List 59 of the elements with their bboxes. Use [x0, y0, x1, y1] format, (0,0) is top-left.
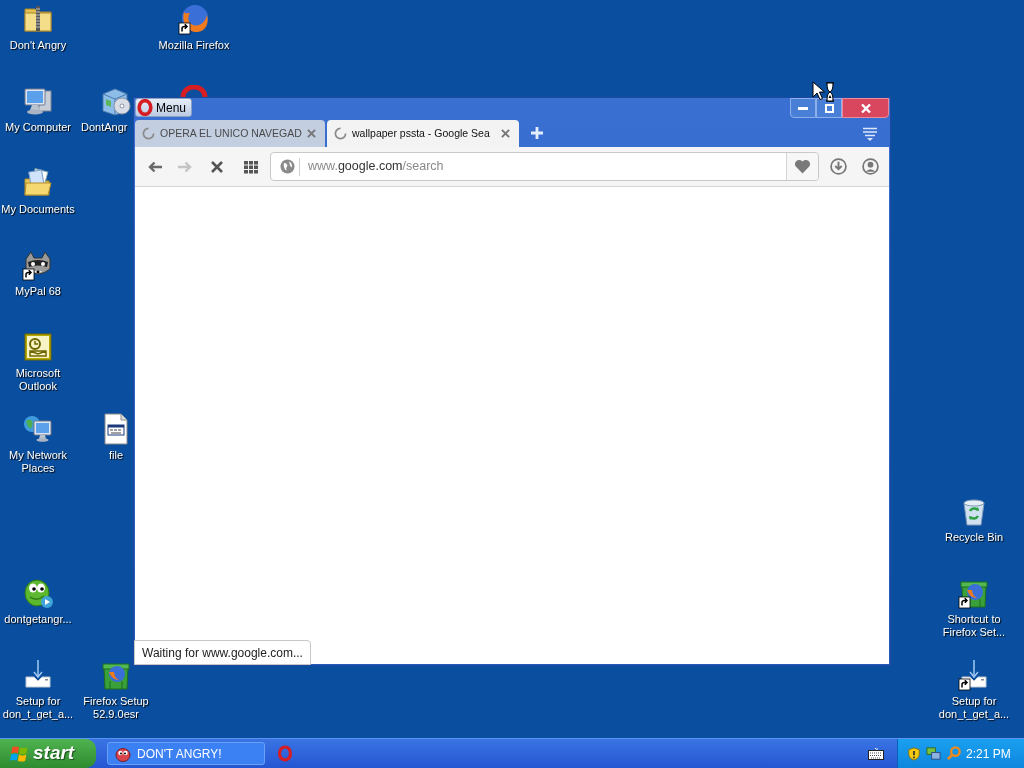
tab[interactable]: OPERA EL UNICO NAVEGAD [135, 120, 325, 147]
desktop-icon-label[interactable]: My Documents [1, 203, 75, 216]
minimize-button[interactable] [790, 98, 816, 118]
creature-icon[interactable] [22, 577, 54, 609]
busy-cursor-icon [812, 81, 836, 103]
desktop-icon-label[interactable]: DontAngr [81, 121, 128, 134]
zip-folder-icon[interactable] [22, 3, 54, 35]
desktop-icon-label[interactable]: dontgetangr... [4, 613, 72, 626]
raccoon-icon[interactable] [22, 249, 54, 281]
spinner-icon [142, 127, 155, 140]
close-icon [860, 103, 871, 113]
network-computer-icon[interactable] [22, 413, 54, 445]
desktop-icon-label[interactable]: Firefox Setup 52.9.0esr [77, 695, 155, 721]
spinner-icon [334, 127, 347, 140]
close-icon[interactable] [307, 129, 316, 138]
account-icon[interactable] [862, 158, 879, 175]
status-bubble: Waiting for www.google.com... [134, 640, 311, 665]
taskbar-button[interactable]: DON'T ANGRY! [107, 742, 265, 765]
maximize-icon [824, 103, 834, 113]
shield-warning-icon[interactable] [907, 745, 921, 762]
clock-card-icon[interactable] [22, 331, 54, 363]
address-field[interactable]: www.google.com/search [270, 152, 819, 181]
desktop-icon-label[interactable]: Shortcut to Firefox Set... [935, 613, 1013, 639]
menu-button[interactable]: Menu [135, 98, 192, 117]
keyboard-icon[interactable] [868, 747, 884, 760]
download-tray-icon[interactable] [958, 659, 990, 691]
download-tray-icon[interactable] [22, 659, 54, 691]
desktop-icon-label[interactable]: MyPal 68 [15, 285, 61, 298]
plus-icon[interactable] [531, 127, 543, 139]
desktop-icon-label[interactable]: Recycle Bin [944, 531, 1004, 544]
ring-logo-icon [137, 99, 153, 116]
globe-swirl-icon[interactable] [178, 3, 210, 35]
globe-icon [280, 159, 295, 174]
close-icon[interactable] [501, 129, 510, 138]
maximize-button[interactable] [816, 98, 842, 118]
computer-icon[interactable] [22, 85, 54, 117]
minimize-icon [798, 106, 808, 110]
clock: 2:21 PM [966, 745, 1011, 763]
desktop-icon-label[interactable]: file [108, 449, 124, 462]
tab[interactable]: wallpaper pssta - Google Sea [327, 120, 519, 147]
stop-icon[interactable] [209, 158, 225, 175]
desktop-icon-label[interactable]: Setup for don_t_get_a... [0, 695, 77, 721]
desktop-icon-label[interactable]: Setup for don_t_get_a... [935, 695, 1013, 721]
desktop-icon-label[interactable]: My Network Places [0, 449, 77, 475]
flag-icon [10, 744, 28, 763]
box-disc-icon[interactable] [100, 85, 132, 117]
bookmark-button[interactable] [786, 153, 818, 180]
grid-icon[interactable] [243, 158, 259, 175]
creature-icon [115, 745, 131, 762]
document-folder-icon[interactable] [22, 167, 54, 199]
desktop-icon-label[interactable]: My Computer [5, 121, 71, 134]
heart-icon [794, 159, 811, 174]
desktop-icon-label[interactable]: Mozilla Firefox [158, 39, 230, 52]
download-icon[interactable] [830, 158, 847, 175]
desktop-icon-label[interactable]: Microsoft Outlook [0, 367, 77, 393]
menu-icon[interactable] [863, 127, 877, 141]
desktop-icon-label[interactable]: Don't Angry [9, 39, 67, 52]
network-icon[interactable] [926, 746, 941, 761]
close-button[interactable] [842, 98, 889, 118]
